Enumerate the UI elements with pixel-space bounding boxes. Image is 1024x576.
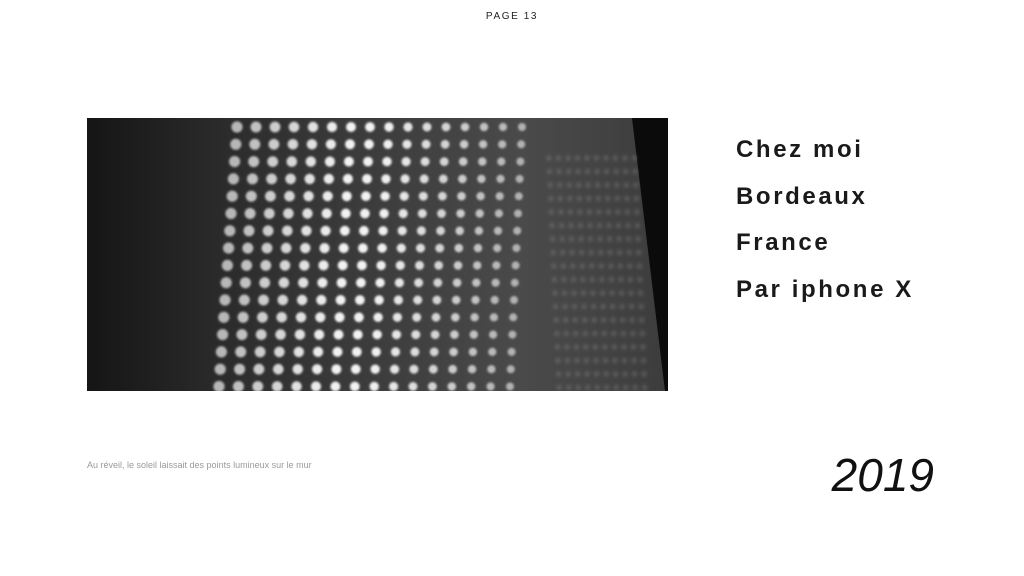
details-city: Bordeaux (736, 182, 868, 210)
photo-light-dots-on-wall (87, 118, 668, 391)
details-location: Chez moi (736, 136, 864, 163)
photo-caption: Au réveil, le soleil laissait des points… (87, 460, 312, 470)
details-country: France (736, 229, 831, 256)
page-number: PAGE 13 (485, 11, 539, 22)
year: 2019 (831, 449, 934, 501)
photo-details-list: Chez moi Bordeaux France Par iphone X (736, 127, 914, 313)
details-device: Par iphone X (736, 275, 914, 303)
